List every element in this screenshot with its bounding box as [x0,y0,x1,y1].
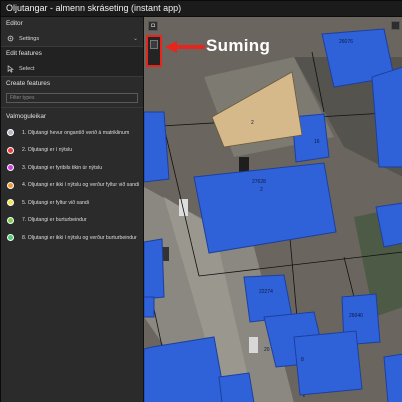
status-dot-icon [7,181,14,189]
feature-type-item[interactable]: 5. Oljutangi er fyltur við sandi [1,194,143,212]
status-dot-icon [7,199,14,207]
parcel-label: 8 [301,357,304,363]
title-bar: Oljutangar - almenn skráseting (instant … [1,1,402,17]
feature-type-label: 3. Oljutangi er fyribils tikin úr nýtslu [22,164,103,171]
feature-type-item[interactable]: 1. Oljutangi hevur ongantíð verið á matr… [1,124,143,142]
filter-placeholder: Filter types [10,95,35,101]
app-window: Oljutangar - almenn skráseting (instant … [0,0,402,402]
measure-tool-icon [150,40,158,49]
feature-type-label: 2. Oljutangi er í nýtslu [22,147,73,154]
status-dot-icon [7,164,14,172]
parcel-label: 20 [264,347,270,353]
editor-panel: Editor Settings ⌄ Edit features Select C… [1,17,144,402]
feature-type-label: 8. Oljutangi er ikki í nýtslu og verður … [22,234,137,241]
parcel-label: 2 [260,187,263,193]
status-dot-icon [7,234,14,242]
feature-type-label: 4. Oljutangi er ikki í nýtslu og verður … [22,182,140,189]
app-title: Oljutangar - almenn skráseting (instant … [6,3,182,13]
callout-label: Suming [206,36,271,55]
edit-features-heading: Edit features [6,50,42,57]
select-button[interactable]: Select [1,61,143,76]
callout-arrow [165,41,205,53]
feature-type-item[interactable]: 2. Oljutangi er í nýtslu [1,142,143,160]
valmoguleikar-heading: Valmoguleikar [6,113,47,120]
select-label: Select [19,65,35,72]
parcel-label: 26040 [349,313,363,319]
create-features-heading: Create features [6,80,51,87]
feature-type-list: 1. Oljutangi hevur ongantíð verið á matr… [1,124,143,247]
settings-row[interactable]: Settings ⌄ [1,31,143,46]
aerial-map [144,17,402,402]
feature-type-item[interactable]: 3. Oljutangi er fyribils tikin úr nýtslu [1,159,143,177]
editor-heading: Editor [6,20,23,27]
parcel-label: 16 [314,139,320,145]
filter-types-input[interactable]: Filter types [6,93,138,103]
parcel-label: 2 [251,120,254,126]
gear-icon [6,35,14,43]
feature-type-label: 1. Oljutangi hevur ongantíð verið á matr… [22,129,130,136]
chevron-down-icon[interactable]: ⌄ [133,35,138,42]
highlighted-tool-button[interactable] [146,35,162,67]
feature-type-item[interactable]: 7. Oljutangi er burturbeindur [1,212,143,230]
cursor-icon [6,64,14,73]
feature-type-item[interactable]: 4. Oljutangi er ikki í nýtslu og verður … [1,177,143,195]
status-dot-icon [7,216,14,224]
status-dot-icon [7,129,14,137]
settings-label: Settings [19,35,40,42]
status-dot-icon [7,146,14,154]
feature-type-label: 5. Oljutangi er fyltur við sandi [22,199,89,206]
map-options-button[interactable] [391,21,400,30]
feature-type-item[interactable]: 8. Oljutangi er ikki í nýtslu og verður … [1,229,143,247]
feature-type-label: 7. Oljutangi er burturbeindur [22,217,87,224]
parcel-label: 26076 [339,39,353,45]
map-view[interactable]: 26076 2 27628 16 2 22274 26040 8 20 [144,17,402,402]
parcel-label: 27628 [252,179,266,185]
parcel-label: 22274 [259,289,273,295]
camera-icon[interactable]: ◘ [148,21,158,31]
